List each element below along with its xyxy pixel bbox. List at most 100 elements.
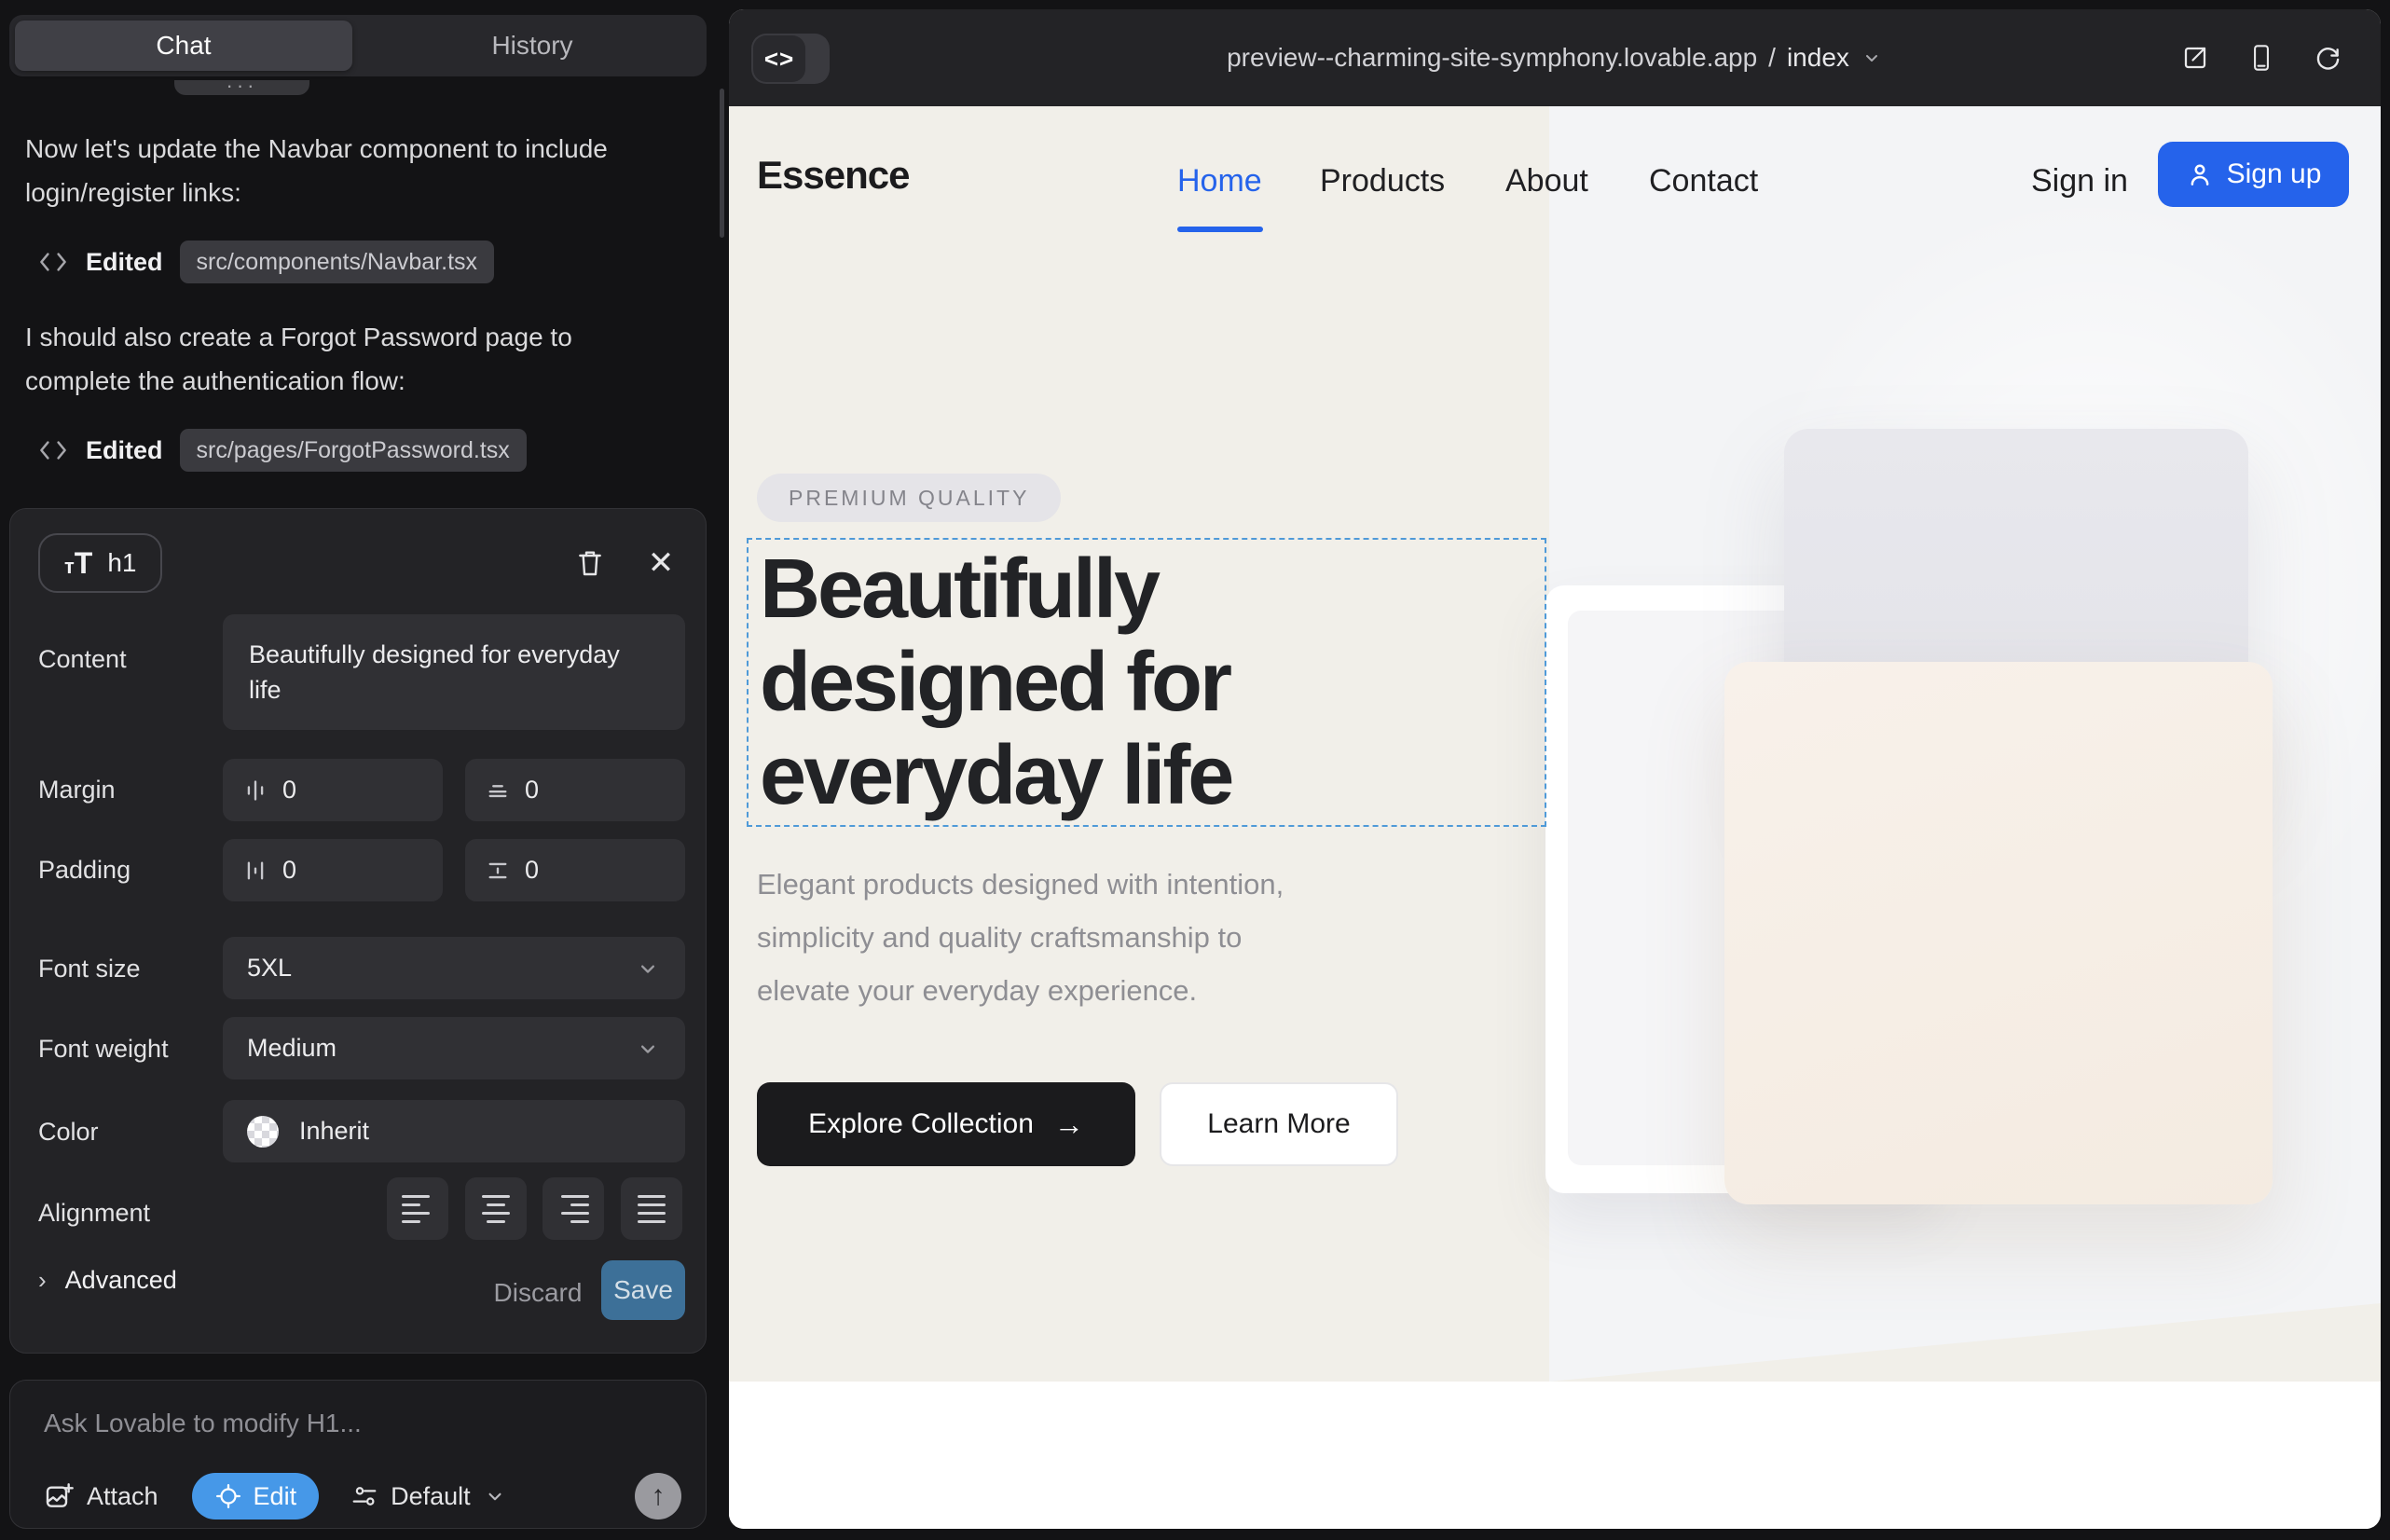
close-editor-button[interactable]: ✕ [637,539,685,587]
padding-x-value: 0 [282,856,296,885]
margin-vertical-icon [486,778,510,803]
padding-y-input[interactable]: 0 [465,839,685,901]
padding-x-input[interactable]: 0 [223,839,443,901]
close-icon: ✕ [648,547,675,579]
browser-actions [2181,9,2342,106]
typography-icon: тT [64,546,92,581]
delete-element-button[interactable] [566,539,614,587]
hero-heading[interactable]: Beautifully designed for everyday life [760,543,1231,822]
composer-input[interactable] [44,1409,659,1455]
font-weight-label: Font weight [38,1035,169,1064]
edited-file-pill[interactable]: src/components/Navbar.tsx [180,241,495,283]
sign-up-button[interactable]: Sign up [2158,142,2349,207]
chat-scrollbar-thumb[interactable] [720,89,724,238]
save-button[interactable]: Save [601,1260,685,1320]
target-icon [214,1482,242,1510]
edited-label: Edited [86,248,163,277]
attach-label: Attach [87,1482,158,1511]
hero-paragraph-line: elevate your everyday experience. [757,964,1284,1017]
code-icon [37,437,69,463]
learn-more-button[interactable]: Learn More [1160,1082,1398,1166]
font-weight-select[interactable]: Medium [223,1017,685,1079]
send-button[interactable]: ↑ [635,1473,681,1519]
mobile-view-button[interactable] [2248,44,2274,72]
chat-message: Now let's update the Navbar component to… [25,127,670,214]
attach-image-icon [44,1481,74,1511]
tab-history[interactable]: History [364,21,701,71]
advanced-label: Advanced [65,1266,177,1295]
margin-x-value: 0 [282,776,296,804]
color-label: Color [38,1118,99,1147]
model-default-select[interactable]: Default [350,1482,507,1511]
chevron-down-icon [635,956,661,982]
open-in-new-tab-button[interactable] [2181,44,2209,72]
path-separator: / [1768,43,1776,73]
margin-y-value: 0 [525,776,539,804]
margin-y-input[interactable]: 0 [465,759,685,821]
edited-file-pill[interactable]: src/pages/ForgotPassword.tsx [180,429,527,472]
color-select[interactable]: Inherit [223,1100,685,1162]
arrow-up-icon: ↑ [652,1482,666,1510]
hero-paragraph-line: Elegant products designed with intention… [757,858,1284,911]
edited-file-row: Edited src/components/Navbar.tsx [37,241,494,283]
chevron-right-icon: › [38,1266,47,1295]
align-justify-button[interactable] [621,1177,682,1240]
align-center-icon [482,1195,510,1198]
url-bar[interactable]: preview--charming-site-symphony.lovable.… [729,9,2381,106]
default-label: Default [391,1482,471,1511]
nav-link-products[interactable]: Products [1320,163,1445,199]
advanced-toggle[interactable]: › Advanced [38,1266,177,1295]
scrolled-message-pill[interactable]: ··· [174,80,309,95]
edited-file-row: Edited src/pages/ForgotPassword.tsx [37,429,527,472]
selected-element-chip[interactable]: тT h1 [38,533,162,593]
app-window: Chat History ··· Now let's update the Na… [0,0,2390,1540]
ellipsis-dots: ··· [227,80,258,95]
discard-button[interactable]: Discard [482,1266,594,1320]
font-size-label: Font size [38,955,141,983]
edit-mode-button[interactable]: Edit [192,1473,320,1519]
explore-collection-label: Explore Collection [808,1108,1034,1140]
page-name: index [1787,43,1849,73]
sign-in-link[interactable]: Sign in [2031,163,2128,199]
hero-heading-line: Beautifully [760,543,1231,636]
hero-heading-line: everyday life [760,729,1231,822]
align-left-icon [402,1195,430,1198]
align-center-button[interactable] [465,1177,527,1240]
user-icon [2186,160,2214,188]
font-size-select[interactable]: 5XL [223,937,685,999]
font-size-value: 5XL [247,954,292,983]
hero-paragraph: Elegant products designed with intention… [757,858,1284,1017]
nav-link-home[interactable]: Home [1177,163,1262,199]
site-preview: Essence Home Products About Contact Sign… [729,106,2381,1529]
external-link-icon [2181,44,2209,72]
hero-cta-row: Explore Collection → Learn More [757,1082,1398,1166]
explore-collection-button[interactable]: Explore Collection → [757,1082,1135,1166]
align-left-button[interactable] [387,1177,448,1240]
active-nav-underline [1177,227,1263,232]
content-input[interactable]: Beautifully designed for everyday life [223,614,685,730]
browser-chrome-bar: <> preview--charming-site-symphony.lovab… [729,9,2381,106]
preview-url: preview--charming-site-symphony.lovable.… [1227,43,1757,73]
nav-link-about[interactable]: About [1505,163,1588,199]
align-right-button[interactable] [543,1177,604,1240]
attach-button[interactable]: Attach [44,1481,158,1511]
hero-peach-card [1724,662,2273,1204]
align-right-icon [561,1195,589,1198]
chat-message: I should also create a Forgot Password p… [25,315,670,403]
tab-chat[interactable]: Chat [15,21,352,71]
color-swatch-transparent [247,1116,279,1148]
margin-x-input[interactable]: 0 [223,759,443,821]
preview-browser-window: <> preview--charming-site-symphony.lovab… [729,9,2381,1529]
smartphone-icon [2248,44,2274,72]
refresh-button[interactable] [2314,44,2342,72]
code-icon [37,249,69,275]
site-logo[interactable]: Essence [757,153,909,198]
padding-horizontal-icon [243,859,268,883]
refresh-icon [2314,44,2342,72]
composer-toolbar: Attach Edit Default [44,1472,681,1520]
element-tag-label: h1 [107,548,136,578]
chat-composer: Attach Edit Default [9,1380,707,1529]
nav-link-contact[interactable]: Contact [1649,163,1758,199]
chevron-down-icon [483,1484,507,1508]
chevron-down-icon [635,1036,661,1062]
